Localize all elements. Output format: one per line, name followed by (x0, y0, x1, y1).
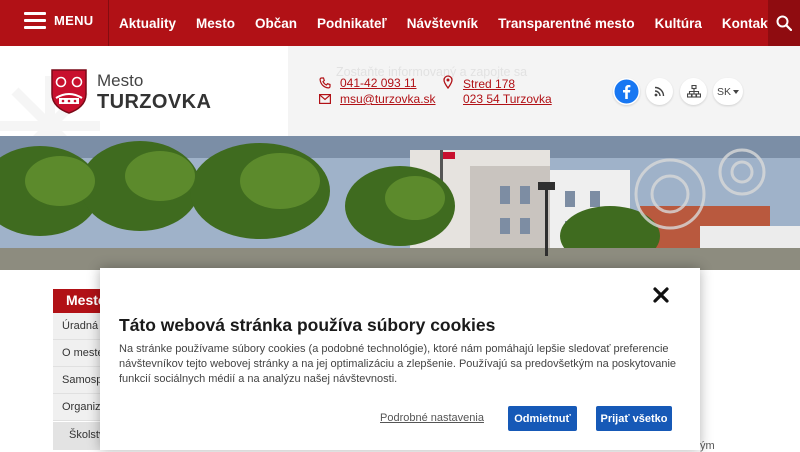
envelope-icon (319, 94, 331, 104)
main-nav-links: Aktuality Mesto Občan Podnikateľ Návštev… (108, 0, 790, 46)
language-selector[interactable]: SK (713, 78, 743, 105)
nav-link-obcan[interactable]: Občan (245, 0, 307, 46)
close-icon[interactable] (652, 286, 670, 304)
address-line1[interactable]: Stred 178 (463, 77, 515, 91)
menu-label: MENU (54, 13, 94, 28)
nav-link-mesto[interactable]: Mesto (186, 0, 245, 46)
logo-area[interactable]: Mesto TURZOVKA (0, 46, 288, 136)
map-pin-icon (443, 75, 453, 89)
contact-info-area: Zostaňte informovaný a zapojte sa 041-42… (288, 46, 800, 136)
nav-link-transparentne-mesto[interactable]: Transparentné mesto (488, 0, 645, 46)
town-name: TURZOVKA (97, 91, 212, 113)
reject-cookies-button[interactable]: Odmietnuť (508, 406, 577, 431)
town-prefix: Mesto (97, 71, 144, 90)
nav-link-podnikatel[interactable]: Podnikateľ (307, 0, 397, 46)
rss-button[interactable] (646, 78, 673, 105)
hamburger-icon (24, 12, 46, 29)
email-link[interactable]: msu@turzovka.sk (319, 92, 436, 106)
site-header: Mesto TURZOVKA Zostaňte informovaný a za… (0, 46, 800, 136)
nav-link-aktuality[interactable]: Aktuality (109, 0, 186, 46)
town-photo (0, 136, 800, 270)
top-navigation: MENU Aktuality Mesto Občan Podnikateľ Ná… (0, 0, 800, 46)
email-address: msu@turzovka.sk (340, 92, 436, 106)
phone-number: 041-42 093 11 (340, 76, 417, 90)
cookie-dialog-title: Táto webová stránka používa súbory cooki… (119, 315, 496, 335)
phone-icon (319, 77, 331, 89)
cookie-dialog-text: Na stránke používame súbory cookies (a p… (119, 343, 677, 385)
sitemap-button[interactable] (680, 78, 707, 105)
cookie-settings-link[interactable]: Podrobné nastavenia (380, 412, 484, 424)
menu-button[interactable]: MENU (24, 12, 93, 29)
search-button[interactable] (768, 0, 800, 46)
caret-down-icon (733, 89, 739, 94)
hero-banner-image (0, 136, 800, 270)
address-line2[interactable]: 023 54 Turzovka (463, 92, 552, 106)
sitemap-icon (686, 85, 701, 98)
language-code: SK (716, 85, 731, 98)
search-icon (776, 15, 792, 31)
nav-link-kultura[interactable]: Kultúra (645, 0, 712, 46)
facebook-icon (614, 79, 639, 104)
content-peek-text: ým (700, 440, 715, 452)
facebook-button[interactable] (613, 78, 640, 105)
accept-all-cookies-button[interactable]: Prijať všetko (596, 406, 672, 431)
rss-icon (654, 86, 665, 97)
phone-link[interactable]: 041-42 093 11 (319, 76, 417, 90)
nav-link-navstevnik[interactable]: Návštevník (397, 0, 488, 46)
cookie-consent-dialog: Táto webová stránka používa súbory cooki… (100, 268, 700, 450)
town-crest-icon (51, 69, 87, 114)
